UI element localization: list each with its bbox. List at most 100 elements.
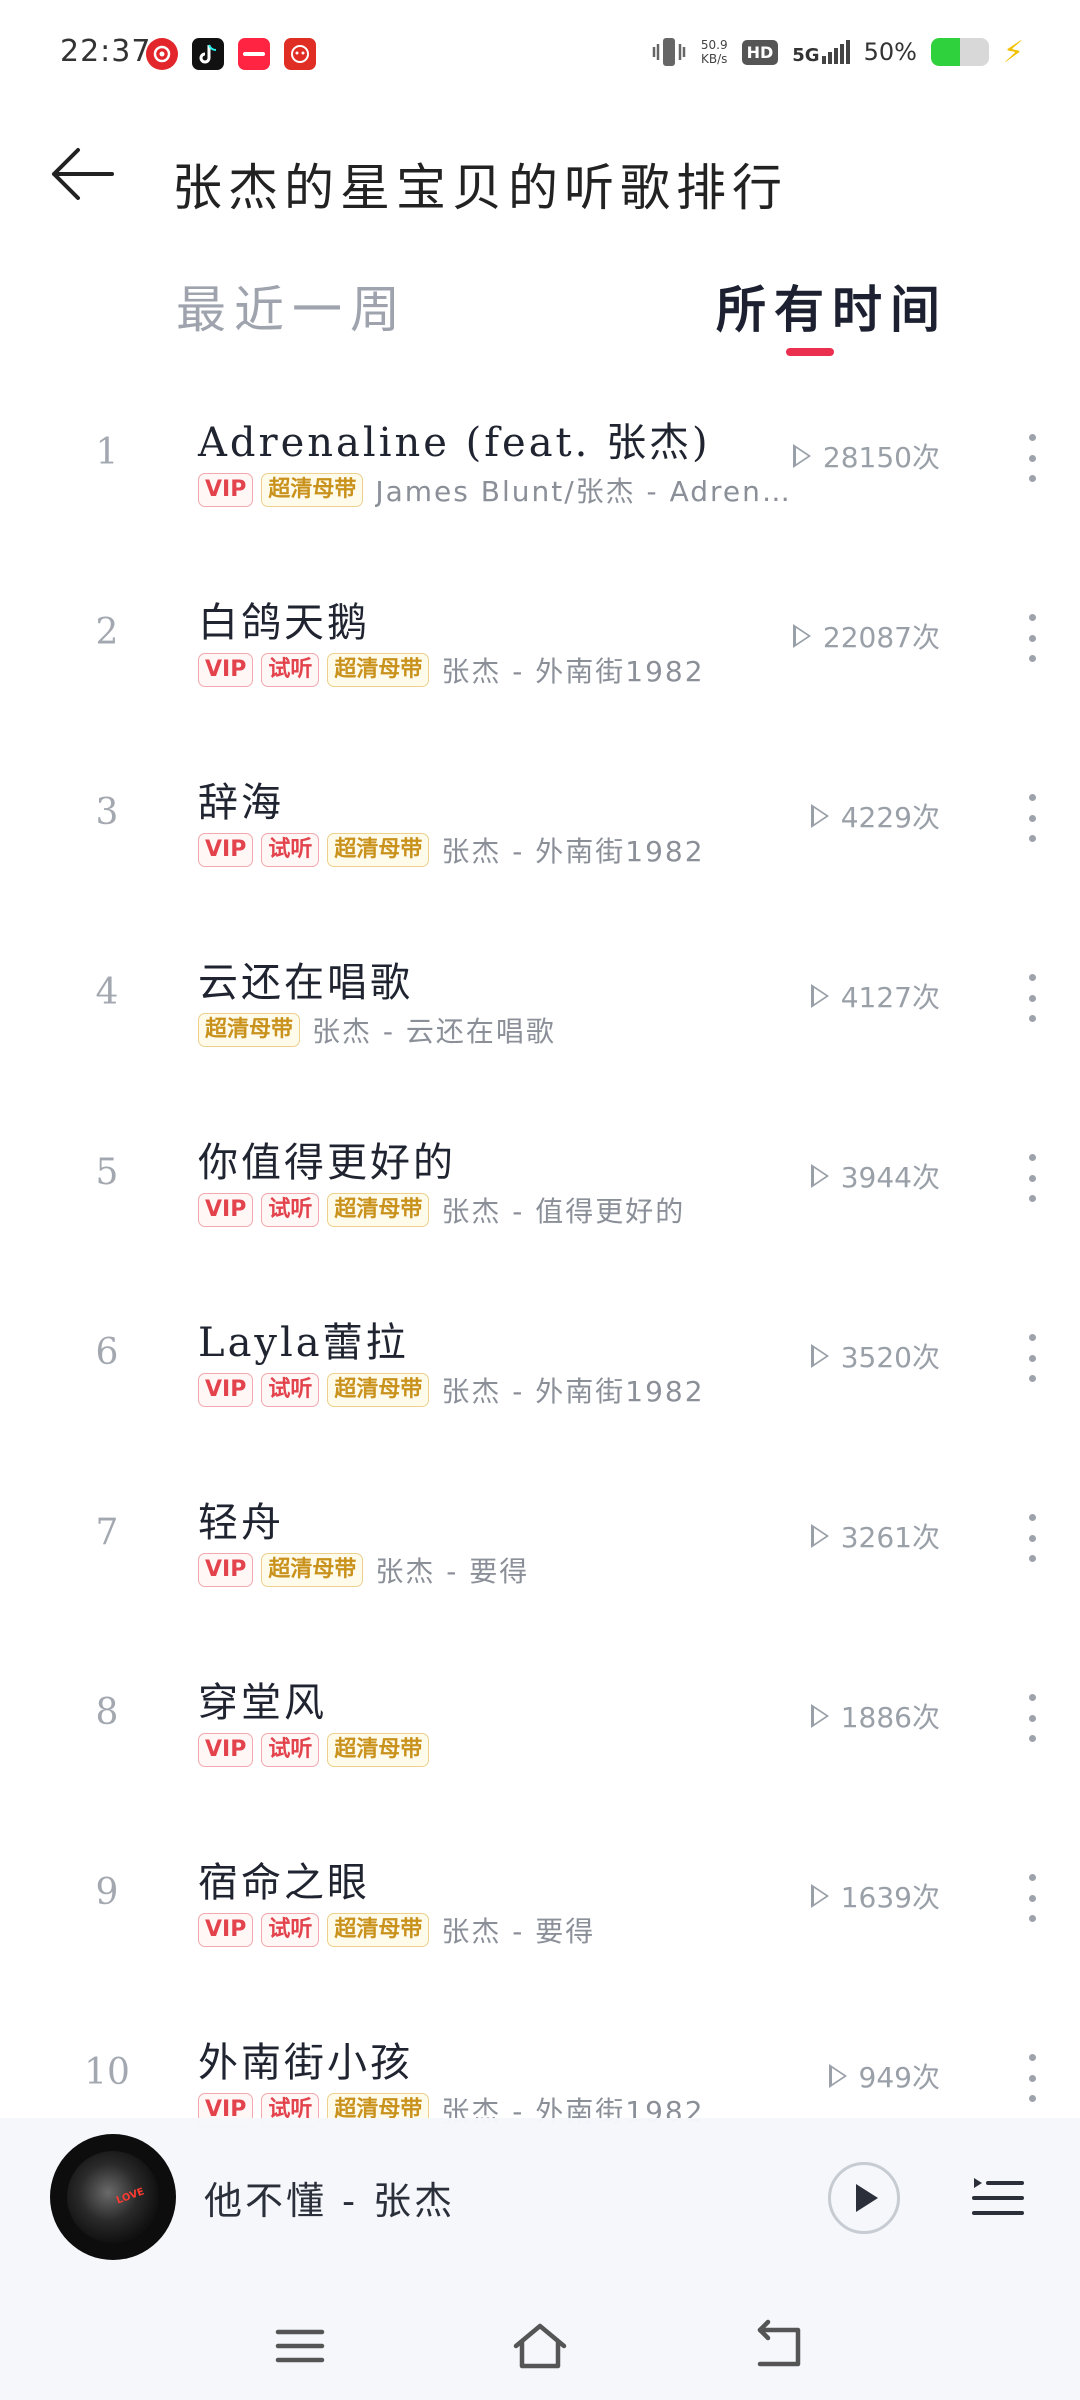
song-meta: 超清母带 张杰 - 云还在唱歌 [198,1010,556,1050]
battery-fill [930,38,960,66]
play-count: 1639次 [810,1876,940,1916]
master-quality-badge: 超清母带 [261,1553,364,1587]
song-artist-album: 张杰 - 值得更好的 [441,1195,686,1228]
play-count-icon [810,1344,829,1368]
notification-icons [146,38,316,70]
trial-badge: 试听 [261,1193,320,1227]
song-title: 穿堂风 [198,1680,327,1726]
song-title: 云还在唱歌 [198,960,413,1006]
page-title: 张杰的星宝贝的听歌排行 [172,159,788,217]
song-row[interactable]: 7 轻舟 VIP 超清母带 张杰 - 要得 3261次 [0,1450,1080,1630]
home-icon [513,2323,567,2369]
more-options-icon[interactable] [1010,1146,1054,1210]
more-options-icon[interactable] [1010,786,1054,850]
now-playing-title[interactable]: 他不懂 - 张杰 [204,2170,455,2225]
master-quality-badge: 超清母带 [198,1013,301,1047]
more-options-icon[interactable] [1010,966,1054,1030]
song-meta: VIP 试听 超清母带 [198,1730,441,1770]
charging-icon: ⚡ [1002,34,1024,70]
play-icon [856,2184,878,2212]
back-button[interactable] [48,144,118,204]
vip-badge: VIP [198,653,254,687]
song-rank: 4 [95,972,119,1013]
play-count-value: 1886次 [840,1701,940,1734]
song-meta: VIP 试听 超清母带 张杰 - 外南街1982 [198,1370,705,1410]
song-artist-album: 张杰 - 云还在唱歌 [312,1015,556,1048]
song-row[interactable]: 2 白鸽天鹅 VIP 试听 超清母带 张杰 - 外南街1982 22087次 [0,550,1080,730]
song-row[interactable]: 3 辞海 VIP 试听 超清母带 张杰 - 外南街1982 4229次 [0,730,1080,910]
trial-badge: 试听 [261,1913,320,1947]
play-button[interactable] [828,2162,900,2234]
song-rank: 3 [95,792,119,833]
song-rank: 5 [95,1152,119,1193]
play-count-icon [810,1704,829,1728]
vibrate-icon [652,38,686,66]
play-count-icon [792,444,811,468]
net-speed: 50.9 KB/s [701,38,728,66]
play-count: 4229次 [810,796,940,836]
more-options-icon[interactable] [1010,2046,1054,2110]
song-title: Layla蕾拉 [198,1320,409,1366]
master-quality-badge: 超清母带 [327,1193,430,1227]
master-quality-badge: 超清母带 [327,1733,430,1767]
master-quality-badge: 超清母带 [261,473,364,507]
more-options-icon[interactable] [1010,1506,1054,1570]
song-artist-album: James Blunt/张杰 - Adrenali... [375,475,796,508]
master-quality-badge: 超清母带 [327,653,430,687]
trial-badge: 试听 [261,1733,320,1767]
playlist-icon [972,2178,1024,2215]
song-row[interactable]: 4 云还在唱歌 超清母带 张杰 - 云还在唱歌 4127次 [0,910,1080,1090]
album-art[interactable] [50,2134,176,2260]
song-rank: 10 [84,2052,130,2093]
vip-badge: VIP [198,1373,254,1407]
mini-player: 他不懂 - 张杰 [0,2118,1080,2290]
status-time: 22:37 [60,34,152,69]
tab-recent-week[interactable]: 最近一周 [176,270,408,342]
tab-bar: 最近一周 所有时间 [0,270,1080,370]
song-title: 白鸽天鹅 [198,600,370,646]
play-count-value: 3261次 [840,1521,940,1554]
header: 张杰的星宝贝的听歌排行 [0,120,1080,230]
play-count-value: 1639次 [840,1881,940,1914]
song-row[interactable]: 1 Adrenaline (feat. 张杰) VIP 超清母带 James Blunt… [0,370,1080,550]
more-options-icon[interactable] [1010,606,1054,670]
song-row[interactable]: 9 宿命之眼 VIP 试听 超清母带 张杰 - 要得 1639次 [0,1810,1080,1990]
play-count-value: 3520次 [840,1341,940,1374]
play-count-value: 22087次 [822,621,940,654]
play-count-icon [810,1524,829,1548]
more-options-icon[interactable] [1010,426,1054,490]
song-row[interactable]: 8 穿堂风 VIP 试听 超清母带 1886次 [0,1630,1080,1810]
vip-badge: VIP [198,1913,254,1947]
more-options-icon[interactable] [1010,1326,1054,1390]
play-count-icon [810,1164,829,1188]
tab-all-time[interactable]: 所有时间 [716,270,948,342]
playlist-button[interactable] [968,2166,1028,2226]
song-artist-album: 张杰 - 外南街1982 [441,655,705,688]
song-row[interactable]: 6 Layla蕾拉 VIP 试听 超清母带 张杰 - 外南街1982 3520次 [0,1270,1080,1450]
song-rank: 8 [95,1692,119,1733]
battery-percent: 50% [863,38,917,66]
back-nav-button[interactable] [750,2318,810,2374]
home-button[interactable] [510,2318,570,2374]
play-count: 28150次 [792,436,940,476]
play-count-value: 4127次 [840,981,940,1014]
song-rank: 9 [95,1872,119,1913]
song-row[interactable]: 5 你值得更好的 VIP 试听 超清母带 张杰 - 值得更好的 3944次 [0,1090,1080,1270]
song-title: 轻舟 [198,1500,284,1546]
song-meta: VIP 试听 超清母带 张杰 - 要得 [198,1910,595,1950]
song-meta: VIP 超清母带 James Blunt/张杰 - Adrenali... [198,470,795,510]
more-options-icon[interactable] [1010,1686,1054,1750]
net-speed-value: 50.9 [700,38,728,52]
song-title: Adrenaline (feat. 张杰) [198,420,711,466]
master-quality-badge: 超清母带 [327,1373,430,1407]
play-count: 3944次 [810,1156,940,1196]
song-title: 宿命之眼 [198,1860,370,1906]
song-rank: 6 [95,1332,119,1373]
vip-badge: VIP [198,473,254,507]
pinduoduo-icon [284,38,316,70]
song-artist-album: 张杰 - 外南街1982 [441,835,705,868]
menu-button[interactable] [270,2318,330,2374]
song-rank: 2 [95,612,119,653]
more-options-icon[interactable] [1010,1866,1054,1930]
song-meta: VIP 试听 超清母带 张杰 - 外南街1982 [198,830,705,870]
